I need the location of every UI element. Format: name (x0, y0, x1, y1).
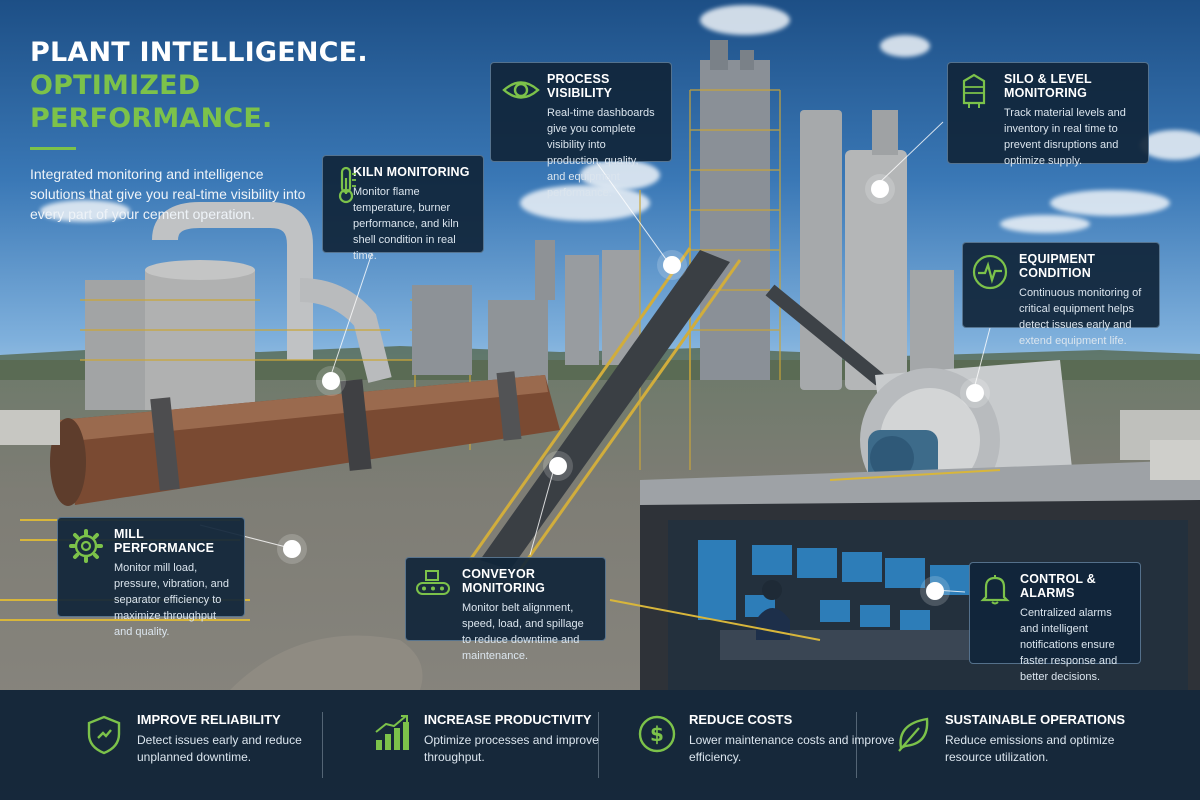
title-line-2: OPTIMIZED PERFORMANCE. (30, 70, 273, 134)
hotspot-conveyor[interactable] (549, 457, 567, 475)
divider (598, 712, 599, 778)
card-silo-level[interactable]: SILO & LEVEL MONITORING Track material l… (947, 62, 1149, 167)
silo-icon (962, 73, 986, 108)
card-desc: Continuous monitoring of critical equipm… (1019, 287, 1142, 347)
pulse-icon (972, 254, 1008, 290)
divider (856, 712, 857, 778)
page-title: PLANT INTELLIGENCE. OPTIMIZED PERFORMANC… (30, 36, 410, 135)
dollar-icon: $ (638, 715, 676, 753)
conveyor-icon (416, 570, 450, 595)
divider (322, 712, 323, 778)
benefit-title: REDUCE COSTS (689, 712, 793, 727)
hotspot-kiln[interactable] (322, 372, 340, 390)
card-desc: Track material levels and inventory in r… (1004, 107, 1126, 167)
hotspot-mill[interactable] (283, 540, 301, 558)
card-title: PROCESS VISIBILITY (547, 72, 613, 100)
benefit-productivity: INCREASE PRODUCTIVITY Optimize processes… (372, 690, 599, 800)
card-title: SILO & LEVEL MONITORING (1004, 72, 1092, 100)
card-title: CONVEYOR MONITORING (462, 567, 546, 595)
bell-icon (980, 575, 1010, 605)
shield-icon (87, 715, 121, 755)
card-title: CONTROL & ALARMS (1020, 572, 1096, 600)
bar-chart-icon (375, 715, 409, 750)
svg-text:$: $ (650, 722, 664, 746)
card-conveyor-monitoring[interactable]: CONVEYOR MONITORING Monitor belt alignme… (405, 557, 606, 662)
benefit-title: IMPROVE RELIABILITY (137, 712, 281, 727)
intro-text: Integrated monitoring and intelligence s… (30, 166, 306, 222)
benefits-bar: IMPROVE RELIABILITY Detect issues early … (0, 690, 1200, 800)
title-line-1: PLANT INTELLIGENCE. (30, 37, 368, 68)
benefit-desc: Lower maintenance costs and improve effi… (689, 733, 895, 764)
eye-icon (502, 81, 540, 99)
hotspot-equipment[interactable] (966, 384, 984, 402)
card-process-visibility[interactable]: PROCESS VISIBILITY Real-time dashboards … (490, 62, 672, 199)
card-title: KILN MONITORING (353, 165, 470, 179)
card-title: EQUIPMENT CONDITION (1019, 252, 1096, 280)
leaf-icon (898, 717, 929, 752)
title-divider (30, 147, 76, 150)
card-desc: Monitor mill load, pressure, vibration, … (114, 562, 229, 638)
hotspot-control[interactable] (926, 582, 944, 600)
card-kiln-monitoring[interactable]: KILN MONITORING Monitor flame temperatur… (322, 155, 484, 262)
card-desc: Monitor belt alignment, speed, load, and… (462, 602, 584, 662)
benefit-desc: Detect issues early and reduce unplanned… (137, 733, 302, 764)
hotspot-silo[interactable] (871, 180, 889, 198)
gear-icon (69, 529, 103, 563)
benefit-desc: Optimize processes and improve throughpu… (424, 733, 599, 764)
benefit-title: SUSTAINABLE OPERATIONS (945, 712, 1126, 727)
benefit-sustainable: SUSTAINABLE OPERATIONS Reduce emissions … (893, 690, 1153, 800)
card-desc: Monitor flame temperature, burner perfor… (353, 186, 459, 262)
benefit-reliability: IMPROVE RELIABILITY Detect issues early … (85, 690, 315, 800)
benefit-title: INCREASE PRODUCTIVITY (424, 712, 592, 727)
thermometer-icon (338, 166, 356, 204)
benefit-desc: Reduce emissions and optimize resource u… (945, 733, 1115, 764)
card-title: MILL PERFORMANCE (114, 527, 215, 555)
card-control-alarms[interactable]: CONTROL & ALARMS Centralized alarms and … (969, 562, 1141, 683)
card-desc: Real-time dashboards give you complete v… (547, 107, 655, 199)
hotspot-process[interactable] (663, 256, 681, 274)
card-desc: Centralized alarms and intelligent notif… (1020, 607, 1118, 683)
card-equipment-condition[interactable]: EQUIPMENT CONDITION Continuous monitorin… (962, 242, 1160, 347)
benefit-costs: $ REDUCE COSTS Lower maintenance costs a… (637, 690, 894, 800)
card-mill-performance[interactable]: MILL PERFORMANCE Monitor mill load, pres… (57, 517, 245, 638)
